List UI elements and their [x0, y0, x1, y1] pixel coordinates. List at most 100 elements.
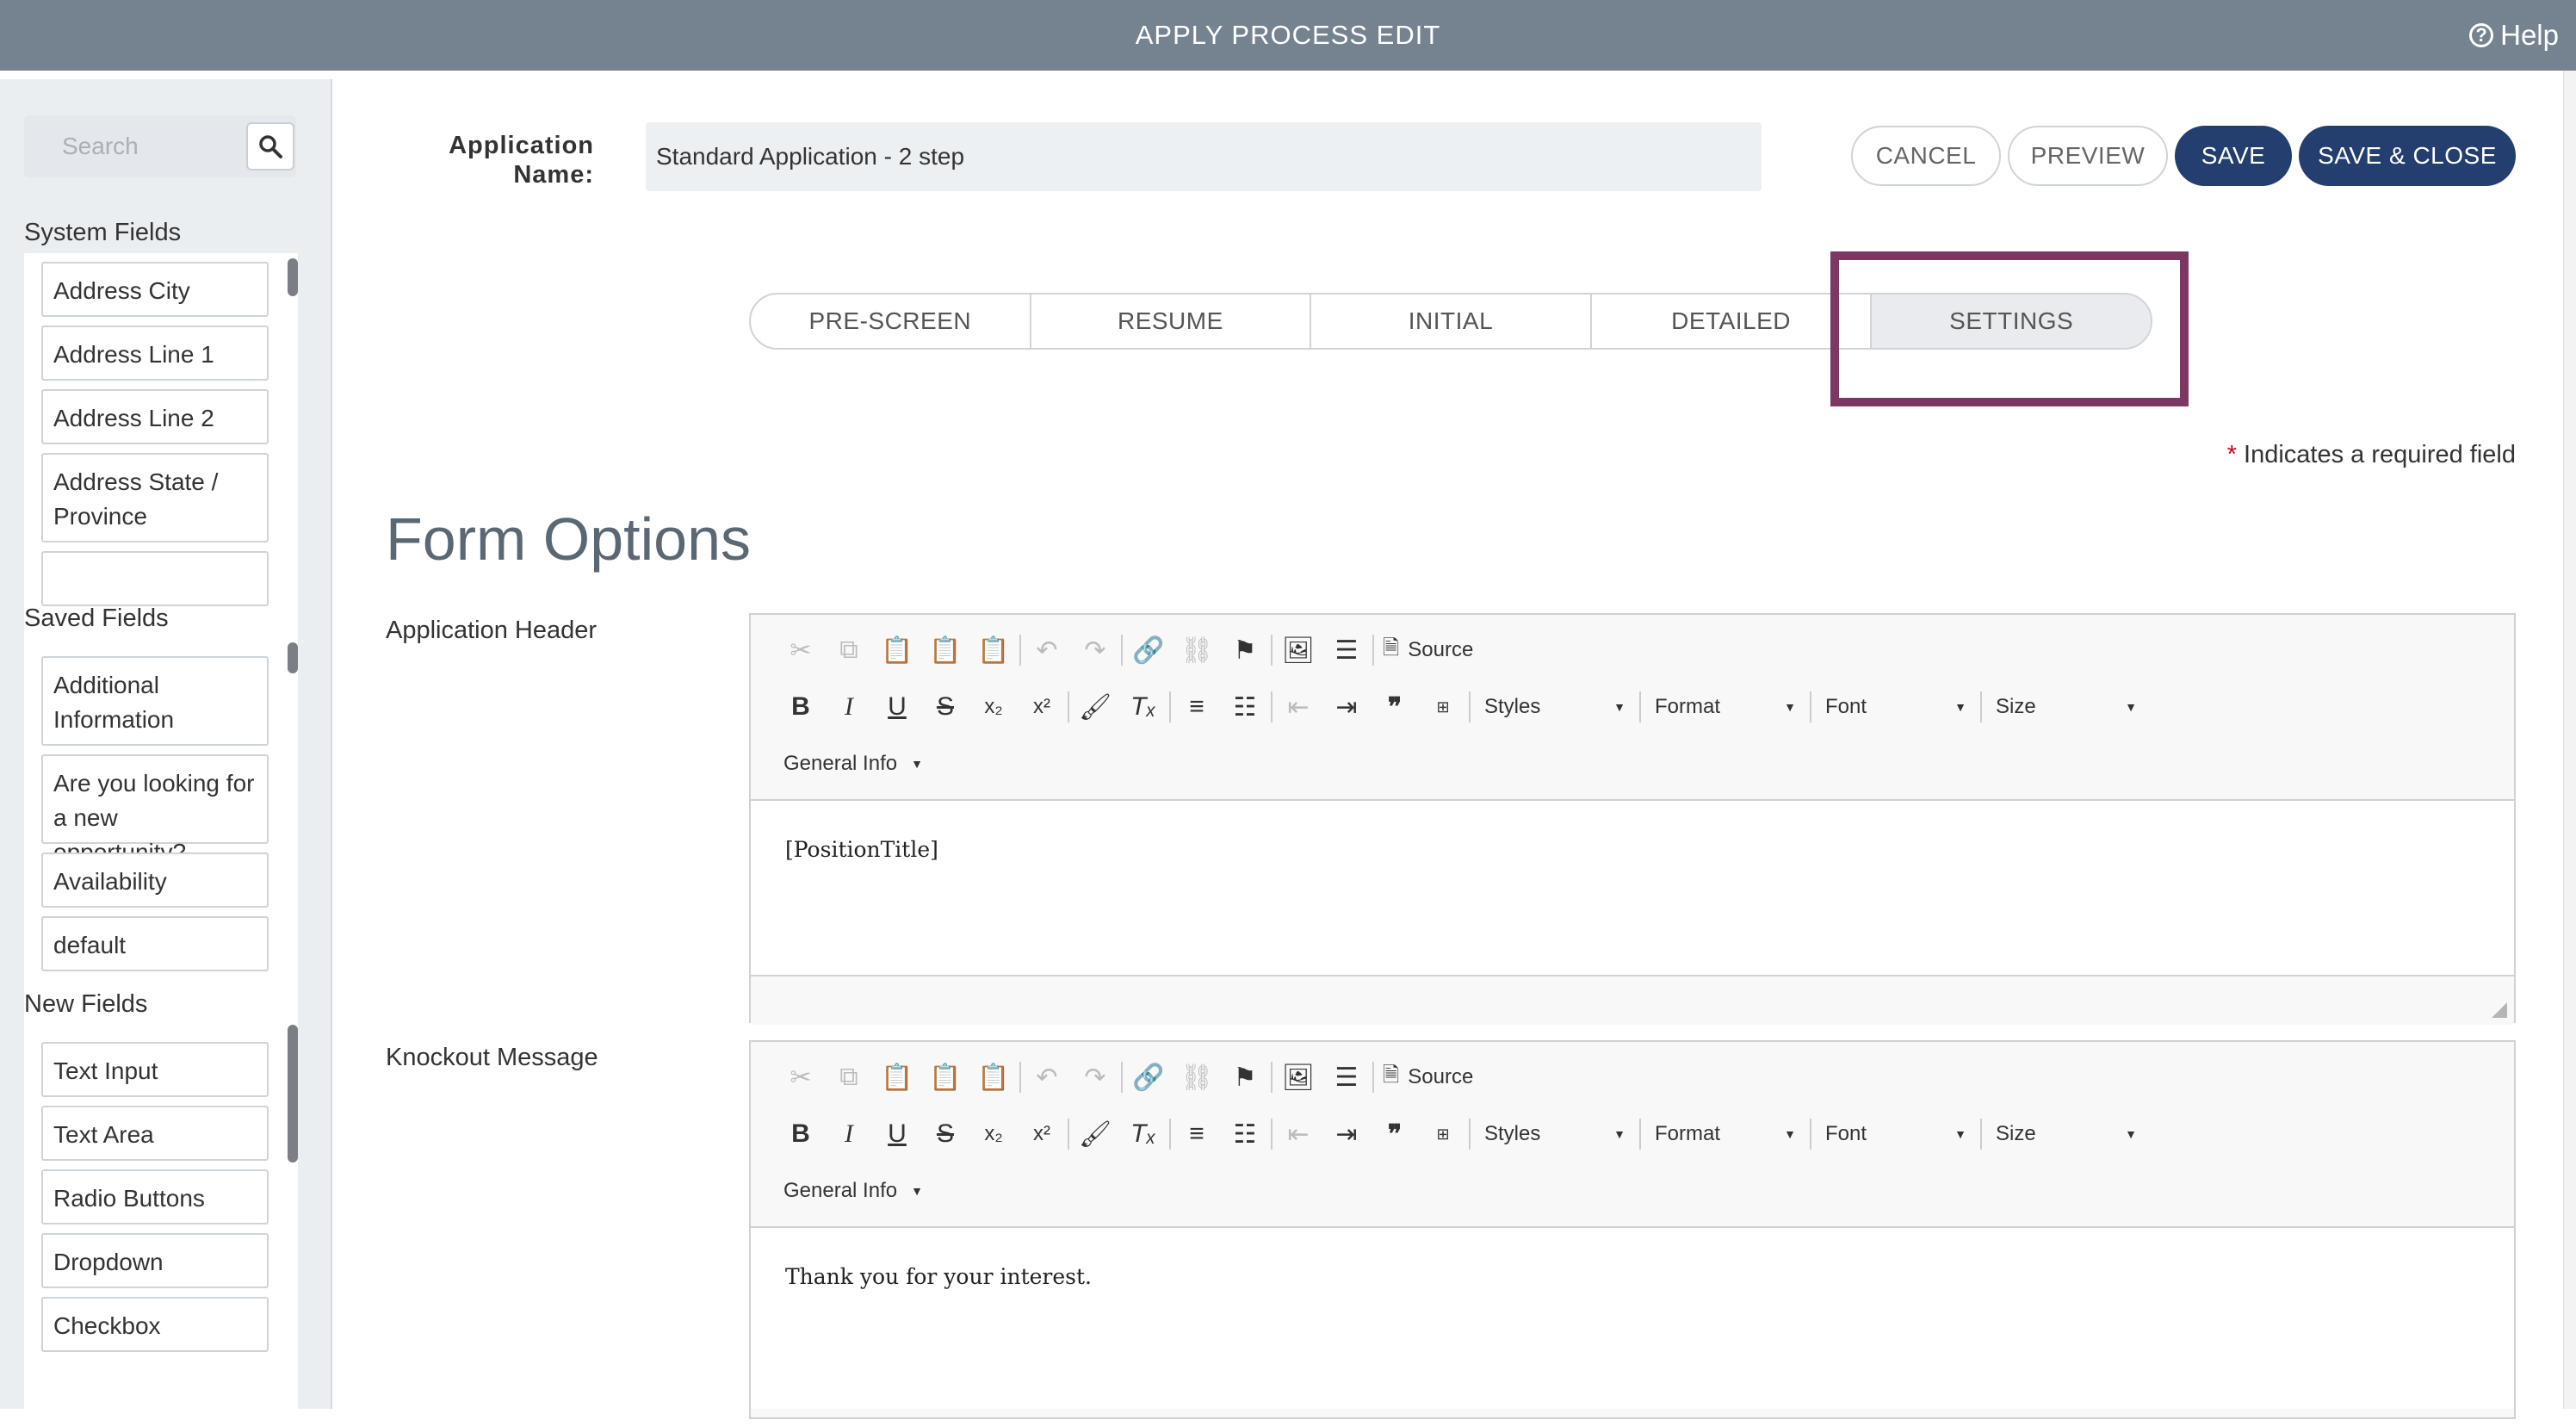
- link-icon[interactable]: 🔗: [1124, 1056, 1173, 1099]
- subscript-icon[interactable]: x₂: [969, 685, 1018, 728]
- copy-icon[interactable]: ⧉: [825, 1056, 873, 1099]
- paste-word-icon[interactable]: 📋: [969, 629, 1018, 672]
- indent-icon[interactable]: ⇥: [1322, 685, 1371, 728]
- numbered-list-icon[interactable]: ≡: [1173, 1113, 1221, 1156]
- resize-handle-icon[interactable]: [2492, 1002, 2507, 1018]
- field-item[interactable]: Radio Buttons: [41, 1169, 269, 1224]
- application-name-input[interactable]: [646, 122, 1762, 191]
- copy-format-icon[interactable]: 🖌: [1071, 685, 1119, 728]
- field-item[interactable]: Address Line 2: [41, 389, 269, 444]
- save-button[interactable]: SAVE: [2175, 126, 2292, 186]
- strikethrough-icon[interactable]: S: [921, 685, 969, 728]
- size-dropdown[interactable]: Size ▼: [1984, 1114, 2149, 1154]
- field-item[interactable]: Are you looking for a new opportunity?: [41, 754, 269, 865]
- cut-icon[interactable]: ✂: [777, 1056, 825, 1099]
- search-button[interactable]: [246, 122, 294, 170]
- blockquote-icon[interactable]: ❞: [1371, 1113, 1419, 1156]
- field-item[interactable]: Checkbox: [41, 1297, 269, 1352]
- outdent-icon[interactable]: ⇤: [1274, 685, 1322, 728]
- application-header-content[interactable]: [PositionTitle]: [751, 801, 2514, 975]
- field-item[interactable]: Dropdown: [41, 1233, 269, 1288]
- styles-dropdown[interactable]: Styles ▼: [1472, 687, 1638, 727]
- field-item[interactable]: Availability: [41, 852, 269, 908]
- paste-word-icon[interactable]: 📋: [969, 1056, 1018, 1099]
- tab-resume[interactable]: RESUME: [1031, 294, 1312, 348]
- redo-icon[interactable]: ↷: [1071, 629, 1119, 672]
- copy-icon[interactable]: ⧉: [825, 629, 873, 672]
- undo-icon[interactable]: ↶: [1023, 629, 1071, 672]
- redo-icon[interactable]: ↷: [1071, 1056, 1119, 1099]
- styles-dropdown[interactable]: Styles ▼: [1472, 1114, 1638, 1154]
- knockout-message-content[interactable]: Thank you for your interest.: [751, 1228, 2514, 1409]
- system-fields-list[interactable]: Address City Address Line 1 Address Line…: [24, 253, 298, 649]
- field-item[interactable]: Additional Information: [41, 656, 269, 746]
- italic-icon[interactable]: I: [825, 685, 873, 728]
- remove-format-icon[interactable]: Tₓ: [1119, 1113, 1167, 1156]
- size-dropdown[interactable]: Size ▼: [1984, 687, 2149, 727]
- link-icon[interactable]: 🔗: [1124, 629, 1173, 672]
- cut-icon[interactable]: ✂: [777, 629, 825, 672]
- superscript-icon[interactable]: x²: [1018, 1113, 1066, 1156]
- image-icon[interactable]: 🖼: [1274, 1056, 1322, 1099]
- field-item[interactable]: Text Input: [41, 1042, 269, 1097]
- paste-text-icon[interactable]: 📋: [921, 1056, 969, 1099]
- format-dropdown[interactable]: Format ▼: [1643, 1114, 1808, 1154]
- format-dropdown[interactable]: Format ▼: [1643, 687, 1808, 727]
- anchor-flag-icon[interactable]: ⚑: [1221, 1056, 1269, 1099]
- bold-icon[interactable]: B: [777, 685, 825, 728]
- paste-text-icon[interactable]: 📋: [921, 629, 969, 672]
- field-item[interactable]: Address Line 1: [41, 326, 269, 381]
- field-item[interactable]: Address State / Province: [41, 453, 269, 542]
- undo-icon[interactable]: ↶: [1023, 1056, 1071, 1099]
- blockquote-icon[interactable]: ❞: [1371, 685, 1419, 728]
- bulleted-list-icon[interactable]: ☷: [1221, 1113, 1269, 1156]
- preview-button[interactable]: PREVIEW: [2008, 126, 2168, 186]
- underline-icon[interactable]: U: [873, 685, 921, 728]
- save-close-button[interactable]: SAVE & CLOSE: [2299, 126, 2516, 186]
- paste-icon[interactable]: 📋: [873, 629, 921, 672]
- horizontal-line-icon[interactable]: ☰: [1322, 629, 1371, 672]
- saved-fields-list[interactable]: Additional Information Are you looking f…: [24, 639, 298, 1035]
- bold-icon[interactable]: B: [777, 1113, 825, 1156]
- page-scrollbar[interactable]: [2563, 71, 2576, 1409]
- field-item[interactable]: Address City: [41, 262, 269, 317]
- numbered-list-icon[interactable]: ≡: [1173, 685, 1221, 728]
- copy-format-icon[interactable]: 🖌: [1071, 1113, 1119, 1156]
- paste-icon[interactable]: 📋: [873, 1056, 921, 1099]
- field-item[interactable]: [41, 551, 269, 606]
- source-button[interactable]: 🗎 Source: [1376, 629, 1480, 672]
- system-fields-scrollbar[interactable]: [288, 258, 298, 296]
- strikethrough-icon[interactable]: S: [921, 1113, 969, 1156]
- anchor-flag-icon[interactable]: ⚑: [1221, 629, 1269, 672]
- unlink-icon[interactable]: ⛓: [1173, 629, 1221, 672]
- search-input[interactable]: [24, 115, 239, 177]
- font-dropdown[interactable]: Font ▼: [1813, 1114, 1978, 1154]
- field-item[interactable]: default: [41, 916, 269, 971]
- superscript-icon[interactable]: x²: [1018, 685, 1066, 728]
- saved-fields-scrollbar[interactable]: [288, 642, 298, 673]
- bulleted-list-icon[interactable]: ☷: [1221, 685, 1269, 728]
- general-info-dropdown[interactable]: General Info ▼: [771, 744, 935, 784]
- div-icon[interactable]: ⊞: [1419, 685, 1467, 728]
- remove-format-icon[interactable]: Tₓ: [1119, 685, 1167, 728]
- source-button[interactable]: 🗎 Source: [1376, 1056, 1480, 1099]
- new-fields-scrollbar[interactable]: [288, 1025, 298, 1162]
- unlink-icon[interactable]: ⛓: [1173, 1056, 1221, 1099]
- required-star: *: [2226, 441, 2237, 468]
- tab-pre-screen[interactable]: PRE-SCREEN: [751, 294, 1031, 348]
- tab-initial[interactable]: INITIAL: [1311, 294, 1592, 348]
- underline-icon[interactable]: U: [873, 1113, 921, 1156]
- cancel-button[interactable]: CANCEL: [1851, 126, 2001, 186]
- subscript-icon[interactable]: x₂: [969, 1113, 1018, 1156]
- font-dropdown[interactable]: Font ▼: [1813, 687, 1978, 727]
- indent-icon[interactable]: ⇥: [1322, 1113, 1371, 1156]
- field-item[interactable]: Text Area: [41, 1106, 269, 1161]
- outdent-icon[interactable]: ⇤: [1274, 1113, 1322, 1156]
- italic-icon[interactable]: I: [825, 1113, 873, 1156]
- horizontal-line-icon[interactable]: ☰: [1322, 1056, 1371, 1099]
- image-icon[interactable]: 🖼: [1274, 629, 1322, 672]
- div-icon[interactable]: ⊞: [1419, 1113, 1467, 1156]
- new-fields-list[interactable]: Text Input Text Area Radio Buttons Dropd…: [24, 1025, 298, 1426]
- general-info-dropdown[interactable]: General Info ▼: [771, 1171, 935, 1211]
- help-link[interactable]: ? Help: [2469, 0, 2559, 71]
